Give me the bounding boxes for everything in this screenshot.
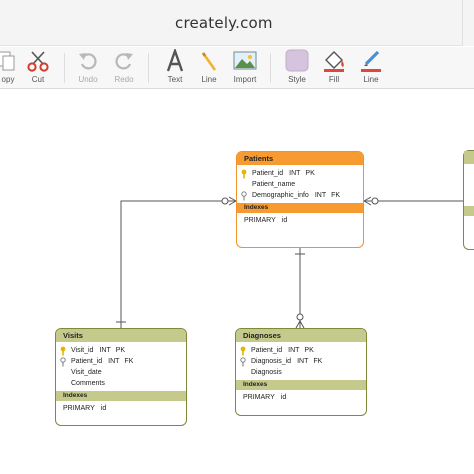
index-row[interactable]: PRIMARY id: [237, 213, 363, 229]
cut-label: Cut: [31, 75, 45, 84]
window-title: creately.com: [175, 14, 273, 32]
redo-label: Redo: [114, 75, 134, 84]
indexes-section-header: Indexes: [236, 380, 366, 390]
key-icon: [241, 169, 247, 179]
field-row[interactable]: Patient_id INT PK: [237, 168, 363, 179]
redo-button[interactable]: Redo: [104, 49, 144, 87]
field-row[interactable]: Comments: [56, 378, 186, 389]
text-label: Text: [167, 75, 183, 84]
key-outline-icon: [60, 357, 66, 367]
toolbar-separator: [270, 53, 271, 83]
style-label: Style: [288, 75, 306, 84]
entity-title: [464, 151, 474, 164]
field-row[interactable]: Patient_id INT PK: [236, 345, 366, 356]
cut-button[interactable]: Cut: [18, 49, 58, 87]
window-title-bar: creately.com: [0, 0, 474, 46]
field-row[interactable]: Diagnosis: [236, 367, 366, 378]
import-label: Import: [233, 75, 257, 84]
style-button[interactable]: Style: [277, 49, 317, 87]
index-row[interactable]: PRIMARY id: [56, 401, 186, 417]
toolbar-separator: [64, 53, 65, 83]
field-row[interactable]: Patient_name: [237, 179, 363, 190]
pen-color-icon: [361, 50, 381, 72]
toolbar: opy Cut Undo Redo Text Line Import Style…: [0, 47, 474, 89]
redo-icon: [115, 53, 133, 70]
field-row[interactable]: Diagnosis_id INT FK: [236, 356, 366, 367]
entity-visits[interactable]: Visits Visit_id INT PK Patient_id INT FK Vis…: [55, 328, 187, 426]
window-edge: [462, 0, 474, 46]
copy-label: opy: [1, 75, 15, 84]
field-row[interactable]: Visit_date: [56, 367, 186, 378]
field-row[interactable]: Visit_id INT PK: [56, 345, 186, 356]
indexes-section-header: Indexes: [56, 391, 186, 401]
key-icon: [240, 346, 246, 356]
line-button[interactable]: Line: [189, 49, 229, 87]
entity-fields: Patient_id INT PK Diagnosis_id INT FK Diagno…: [236, 342, 366, 380]
line-label: Line: [201, 75, 217, 84]
fill-button[interactable]: Fill: [314, 49, 354, 87]
undo-icon: [79, 53, 97, 70]
line-color-label: Line: [363, 75, 379, 84]
entity-title: Patients: [237, 152, 363, 165]
entity-offscreen[interactable]: [463, 150, 474, 250]
import-button[interactable]: Import: [225, 49, 265, 87]
pencil-line-icon: [201, 52, 217, 71]
copy-icon: [0, 51, 15, 71]
indexes-section-header: [464, 206, 474, 216]
paint-bucket-icon: [324, 51, 344, 72]
fill-label: Fill: [328, 75, 340, 84]
undo-label: Undo: [78, 75, 98, 84]
line-color-button[interactable]: Line: [351, 49, 391, 87]
key-outline-icon: [241, 191, 247, 201]
scissors-icon: [27, 51, 49, 72]
field-row[interactable]: Demographic_info INT FK: [237, 190, 363, 201]
entity-fields: Patient_id INT PK Patient_name Demographic…: [237, 165, 363, 203]
entity-title: Diagnoses: [236, 329, 366, 342]
text-a-icon: [166, 49, 184, 72]
key-icon: [60, 346, 66, 356]
entity-fields: Visit_id INT PK Patient_id INT FK Visit_date…: [56, 342, 186, 391]
entity-patients[interactable]: Patients Patient_id INT PK Patient_name De…: [236, 151, 364, 248]
entity-diagnoses[interactable]: Diagnoses Patient_id INT PK Diagnosis_id IN…: [235, 328, 367, 416]
entity-title: Visits: [56, 329, 186, 342]
toolbar-separator: [148, 53, 149, 83]
key-outline-icon: [240, 357, 246, 367]
indexes-section-header: Indexes: [237, 203, 363, 213]
field-row[interactable]: Patient_id INT FK: [56, 356, 186, 367]
undo-button[interactable]: Undo: [68, 49, 108, 87]
index-row[interactable]: PRIMARY id: [236, 390, 366, 406]
style-swatch-icon: [285, 49, 309, 72]
image-import-icon: [233, 51, 257, 70]
